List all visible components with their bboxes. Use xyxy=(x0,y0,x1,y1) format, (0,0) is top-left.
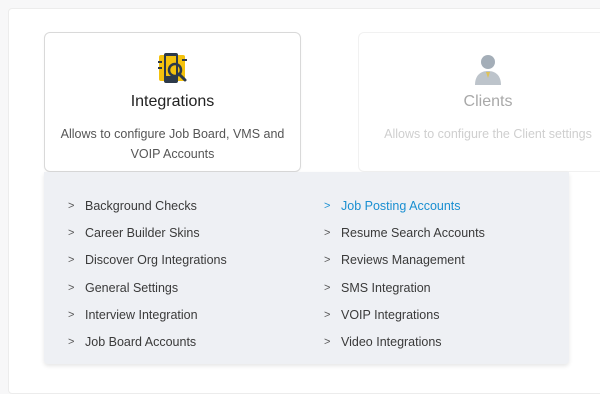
chevron-right-icon: > xyxy=(68,336,75,349)
chevron-right-icon: > xyxy=(324,336,331,349)
menu-item-job-board-accounts[interactable]: > Job Board Accounts xyxy=(68,328,227,355)
menu-item-label: Career Builder Skins xyxy=(85,225,200,240)
client-user-icon xyxy=(471,52,505,86)
menu-item-reviews-management[interactable]: > Reviews Management xyxy=(324,247,485,274)
clients-card[interactable]: Clients Allows to configure the Client s… xyxy=(358,32,600,172)
card-title: Clients xyxy=(463,93,513,110)
menu-item-video-integrations[interactable]: > Video Integrations xyxy=(324,328,485,355)
menu-item-label: Background Checks xyxy=(85,198,197,213)
menu-column-right: > Job Posting Accounts > Resume Search Acc… xyxy=(324,192,485,356)
menu-item-label: SMS Integration xyxy=(341,280,431,295)
card-description: Allows to configure Job Board, VMS and V… xyxy=(60,127,285,161)
chevron-right-icon: > xyxy=(68,281,75,294)
chevron-right-icon: > xyxy=(324,199,331,212)
chevron-right-icon: > xyxy=(68,199,75,212)
menu-item-job-posting-accounts[interactable]: > Job Posting Accounts xyxy=(324,192,485,219)
integrations-card[interactable]: Integrations Allows to configure Job Boa… xyxy=(44,32,301,172)
chevron-right-icon: > xyxy=(324,254,331,267)
menu-item-resume-search-accounts[interactable]: > Resume Search Accounts xyxy=(324,219,485,246)
chevron-right-icon: > xyxy=(68,308,75,321)
card-description: Allows to configure the Client settings xyxy=(384,127,592,141)
menu-item-voip-integrations[interactable]: > VOIP Integrations xyxy=(324,301,485,328)
menu-column-left: > Background Checks > Career Builder Skins… xyxy=(68,192,227,356)
menu-item-label: General Settings xyxy=(85,280,179,295)
menu-item-sms-integration[interactable]: > SMS Integration xyxy=(324,274,485,301)
chevron-right-icon: > xyxy=(324,308,331,321)
integrations-dropdown-menu: > Background Checks > Career Builder Skins… xyxy=(44,172,569,364)
menu-item-label: Discover Org Integrations xyxy=(85,253,227,268)
menu-item-label: VOIP Integrations xyxy=(341,307,440,322)
menu-item-general-settings[interactable]: > General Settings xyxy=(68,274,227,301)
menu-item-career-builder-skins[interactable]: > Career Builder Skins xyxy=(68,219,227,246)
chevron-right-icon: > xyxy=(324,226,331,239)
menu-item-label: Job Posting Accounts xyxy=(341,198,461,213)
integrations-icon xyxy=(156,52,190,86)
menu-item-label: Video Integrations xyxy=(341,335,442,350)
chevron-right-icon: > xyxy=(68,254,75,267)
menu-item-background-checks[interactable]: > Background Checks xyxy=(68,192,227,219)
chevron-right-icon: > xyxy=(324,281,331,294)
card-title: Integrations xyxy=(130,93,215,110)
menu-item-label: Reviews Management xyxy=(341,253,465,268)
menu-item-discover-org-integrations[interactable]: > Discover Org Integrations xyxy=(68,247,227,274)
menu-item-label: Interview Integration xyxy=(85,307,198,322)
chevron-right-icon: > xyxy=(68,226,75,239)
menu-item-label: Resume Search Accounts xyxy=(341,225,485,240)
menu-item-label: Job Board Accounts xyxy=(85,335,197,350)
menu-item-interview-integration[interactable]: > Interview Integration xyxy=(68,301,227,328)
